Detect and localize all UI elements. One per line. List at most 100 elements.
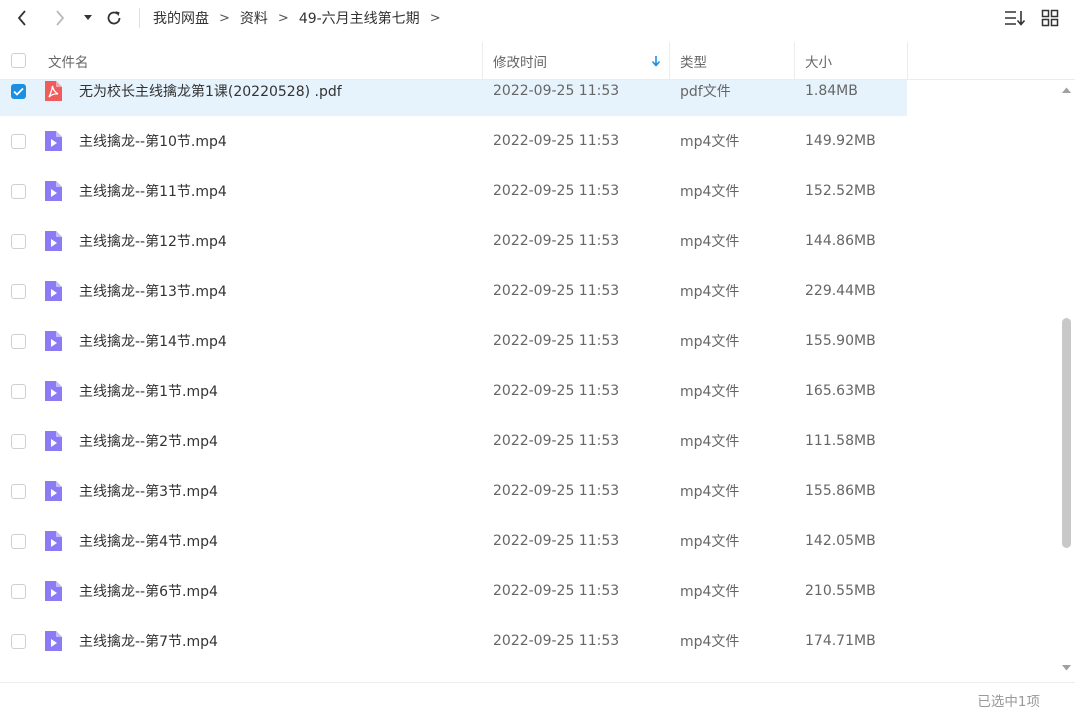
row-checkbox[interactable] (11, 516, 26, 566)
file-type: mp4文件 (680, 184, 740, 200)
video-file-icon (43, 416, 63, 466)
breadcrumb-separator[interactable]: > (430, 11, 441, 26)
breadcrumb: 我的网盘 > 资料 > 49-六月主线第七期 > (153, 7, 441, 29)
file-row[interactable]: 主线擒龙--第12节.mp4 2022-09-25 11:53 mp4文件 144.8… (0, 216, 907, 266)
file-name: 主线擒龙--第11节.mp4 (79, 184, 227, 200)
file-list: 无为校长主线擒龙第1课(20220528) .pdf 2022-09-25 11:… (0, 80, 1058, 680)
file-name: 主线擒龙--第4节.mp4 (79, 534, 218, 550)
video-file-icon (43, 466, 63, 516)
row-checkbox[interactable] (11, 616, 26, 666)
file-row[interactable]: 主线擒龙--第10节.mp4 2022-09-25 11:53 mp4文件 149.9… (0, 116, 907, 166)
row-checkbox[interactable] (11, 166, 26, 216)
file-size: 149.92MB (805, 133, 876, 149)
file-type: mp4文件 (680, 384, 740, 400)
toolbar-divider (139, 8, 140, 28)
chevron-right-icon (56, 10, 65, 26)
file-size: 155.86MB (805, 483, 876, 499)
file-size: 229.44MB (805, 283, 876, 299)
file-row[interactable]: 主线擒龙--第4节.mp4 2022-09-25 11:53 mp4文件 142.05… (0, 516, 907, 566)
breadcrumb-item-folder[interactable]: 资料 (240, 8, 268, 28)
breadcrumb-separator: > (219, 10, 230, 26)
row-checkbox[interactable] (11, 216, 26, 266)
row-checkbox[interactable] (11, 466, 26, 516)
breadcrumb-item-root[interactable]: 我的网盘 (153, 8, 209, 28)
file-row[interactable]: 无为校长主线擒龙第1课(20220528) .pdf 2022-09-25 11:… (0, 80, 907, 116)
row-checkbox[interactable] (11, 366, 26, 416)
video-file-icon (43, 566, 63, 616)
file-name: 主线擒龙--第12节.mp4 (79, 234, 227, 250)
file-modified: 2022-09-25 11:53 (493, 583, 620, 599)
video-file-icon (43, 366, 63, 416)
file-row[interactable]: 主线擒龙--第11节.mp4 2022-09-25 11:53 mp4文件 152.5… (0, 166, 907, 216)
file-size: 165.63MB (805, 383, 876, 399)
file-row[interactable]: 主线擒龙--第6节.mp4 2022-09-25 11:53 mp4文件 210.55… (0, 566, 907, 616)
video-file-icon (43, 116, 63, 166)
file-row[interactable]: 主线擒龙--第1节.mp4 2022-09-25 11:53 mp4文件 165.63… (0, 366, 907, 416)
row-checkbox[interactable] (11, 266, 26, 316)
column-modified[interactable]: 修改时间 (493, 42, 547, 79)
file-size: 144.86MB (805, 233, 876, 249)
file-name: 无为校长主线擒龙第1课(20220528) .pdf (79, 84, 342, 100)
file-size: 152.52MB (805, 183, 876, 199)
column-divider[interactable] (482, 42, 483, 79)
column-header: 文件名 修改时间 类型 大小 (0, 42, 1075, 80)
file-name: 主线擒龙--第7节.mp4 (79, 634, 218, 650)
scroll-down-arrow-icon[interactable] (1061, 664, 1072, 672)
column-type[interactable]: 类型 (680, 42, 707, 79)
file-name: 主线擒龙--第2节.mp4 (79, 434, 218, 450)
row-checkbox[interactable] (11, 116, 26, 166)
row-checkbox[interactable] (11, 416, 26, 466)
file-type: mp4文件 (680, 134, 740, 150)
file-row[interactable]: 主线擒龙--第7节.mp4 2022-09-25 11:53 mp4文件 174.71… (0, 616, 907, 666)
file-size: 1.84MB (805, 83, 858, 99)
column-divider[interactable] (794, 42, 795, 79)
file-row[interactable]: 主线擒龙--第2节.mp4 2022-09-25 11:53 mp4文件 111.58… (0, 416, 907, 466)
file-size: 210.55MB (805, 583, 876, 599)
file-row[interactable]: 主线擒龙--第3节.mp4 2022-09-25 11:53 mp4文件 155.86… (0, 466, 907, 516)
row-checkbox[interactable] (11, 316, 26, 366)
pdf-file-icon (43, 80, 63, 116)
column-divider[interactable] (907, 42, 908, 79)
file-type: mp4文件 (680, 284, 740, 300)
sort-desc-icon (651, 42, 661, 79)
video-file-icon (43, 616, 63, 666)
video-file-icon (43, 166, 63, 216)
column-name[interactable]: 文件名 (48, 42, 89, 79)
grid-view-button[interactable] (1039, 6, 1061, 30)
file-name: 主线擒龙--第1节.mp4 (79, 384, 218, 400)
file-size: 111.58MB (805, 433, 876, 449)
select-all-checkbox[interactable] (11, 42, 26, 79)
check-icon (13, 87, 24, 96)
file-row[interactable]: 主线擒龙--第13节.mp4 2022-09-25 11:53 mp4文件 229.4… (0, 266, 907, 316)
file-type: mp4文件 (680, 434, 740, 450)
file-modified: 2022-09-25 11:53 (493, 633, 620, 649)
video-file-icon (43, 316, 63, 366)
history-dropdown-button[interactable] (80, 6, 96, 30)
file-modified: 2022-09-25 11:53 (493, 483, 620, 499)
column-divider[interactable] (669, 42, 670, 79)
file-type: pdf文件 (680, 84, 731, 100)
grid-view-icon (1041, 9, 1059, 27)
file-size: 174.71MB (805, 633, 876, 649)
refresh-button[interactable] (103, 6, 125, 30)
file-row[interactable]: 主线擒龙--第14节.mp4 2022-09-25 11:53 mp4文件 155.9… (0, 316, 907, 366)
file-type: mp4文件 (680, 234, 740, 250)
file-modified: 2022-09-25 11:53 (493, 83, 620, 99)
forward-button[interactable] (50, 6, 70, 30)
column-size[interactable]: 大小 (805, 42, 832, 79)
file-name: 主线擒龙--第13节.mp4 (79, 284, 227, 300)
breadcrumb-item-current[interactable]: 49-六月主线第七期 (299, 8, 420, 28)
row-checkbox[interactable] (11, 566, 26, 616)
scroll-up-arrow-icon[interactable] (1061, 86, 1072, 94)
file-type: mp4文件 (680, 334, 740, 350)
back-button[interactable] (12, 6, 32, 30)
video-file-icon (43, 266, 63, 316)
sort-button[interactable] (1003, 6, 1027, 30)
file-size: 142.05MB (805, 533, 876, 549)
file-name: 主线擒龙--第6节.mp4 (79, 584, 218, 600)
file-modified: 2022-09-25 11:53 (493, 383, 620, 399)
row-checkbox[interactable] (11, 80, 26, 116)
file-modified: 2022-09-25 11:53 (493, 133, 620, 149)
scrollbar-thumb[interactable] (1062, 318, 1071, 548)
caret-down-icon (84, 15, 92, 20)
